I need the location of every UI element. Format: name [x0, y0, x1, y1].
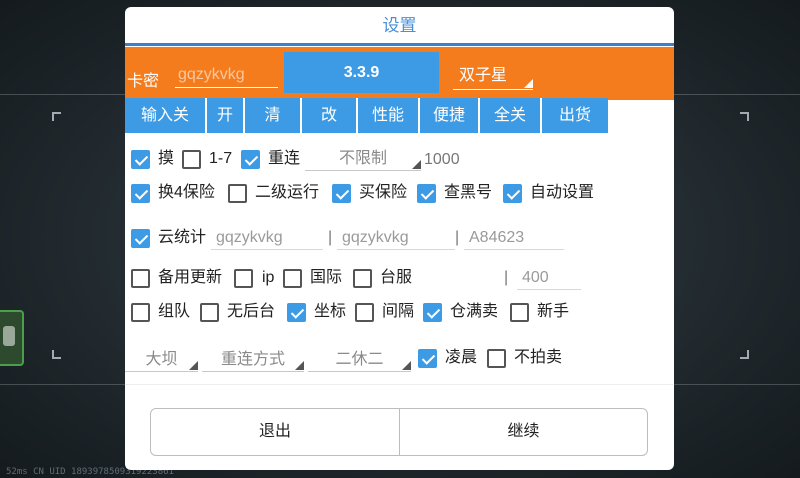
check-blacklist-checkbox[interactable] — [417, 184, 436, 203]
hud-corner-tl — [52, 112, 61, 121]
row4-value-field[interactable]: 400 — [517, 266, 581, 290]
team-label: 组队 — [158, 303, 191, 320]
interval-label: 间隔 — [382, 303, 415, 320]
no-background-label: 无后台 — [227, 303, 276, 320]
dropdown-triangle-icon — [189, 361, 198, 370]
auto-settings-label: 自动设置 — [530, 184, 595, 201]
limit-select[interactable]: 不限制 — [305, 147, 421, 171]
version-button[interactable]: 3.3.9 — [284, 52, 439, 93]
dropdown-triangle-icon — [524, 79, 533, 88]
newbie-checkbox[interactable] — [510, 303, 529, 322]
all-off-button[interactable]: 全关 — [480, 98, 542, 133]
on-button[interactable]: 开 — [207, 98, 245, 133]
mo-label: 摸 — [158, 150, 175, 167]
level2-run-label: 二级运行 — [255, 184, 320, 201]
rest-select-value: 二休二 — [335, 351, 384, 368]
reconnect-label: 重连 — [268, 150, 301, 167]
action-bar: 退出 继续 — [150, 408, 648, 456]
edit-button[interactable]: 改 — [302, 98, 358, 133]
coordinates-label: 坐标 — [314, 303, 347, 320]
dropdown-triangle-icon — [412, 160, 421, 169]
cloud-field-2[interactable]: gqzykvkg — [337, 226, 455, 250]
sell-when-full-label: 仓满卖 — [450, 303, 499, 320]
card-key-label: 卡密 — [127, 73, 160, 90]
dawn-checkbox[interactable] — [418, 349, 437, 368]
level2-run-checkbox[interactable] — [228, 184, 247, 203]
star-select-value: 双子星 — [459, 67, 508, 84]
international-label: 国际 — [310, 269, 343, 286]
backup-update-checkbox[interactable] — [131, 269, 150, 288]
side-app-thumbnail[interactable] — [0, 310, 24, 366]
reconnect-mode-value: 重连方式 — [220, 351, 285, 368]
ip-checkbox[interactable] — [234, 269, 253, 288]
map-select[interactable]: 大坝 — [125, 348, 198, 372]
auto-settings-checkbox[interactable] — [503, 184, 522, 203]
reconnect-checkbox[interactable] — [241, 150, 260, 169]
map-select-value: 大坝 — [145, 351, 178, 368]
settings-dialog: 设置 卡密 gqzykvkg 3.3.9 双子星 输入关 开 清 改 性能 便捷… — [125, 7, 674, 470]
check-blacklist-label: 查黑号 — [444, 184, 493, 201]
dropdown-triangle-icon — [295, 361, 304, 370]
dawn-label: 凌晨 — [445, 349, 478, 366]
reconnect-mode-select[interactable]: 重连方式 — [202, 348, 304, 372]
hud-corner-br — [740, 350, 749, 359]
range-label: 1-7 — [209, 150, 233, 167]
ip-label: ip — [262, 269, 275, 286]
performance-button[interactable]: 性能 — [358, 98, 420, 133]
title-divider — [125, 43, 674, 46]
cloud-field-1[interactable]: gqzykvkg — [211, 226, 323, 250]
newbie-label: 新手 — [537, 303, 570, 320]
row4-separator: | — [504, 269, 509, 286]
rest-select[interactable]: 二休二 — [308, 348, 411, 372]
taiwan-server-checkbox[interactable] — [353, 269, 372, 288]
sell-when-full-checkbox[interactable] — [423, 303, 442, 322]
hud-corner-tr — [740, 112, 749, 121]
taiwan-server-label: 台服 — [380, 269, 413, 286]
actions-divider — [125, 384, 674, 385]
input-off-button[interactable]: 输入关 — [125, 98, 207, 133]
no-background-checkbox[interactable] — [200, 303, 219, 322]
buy-insurance-checkbox[interactable] — [332, 184, 351, 203]
star-select[interactable]: 双子星 — [453, 63, 533, 90]
no-auction-checkbox[interactable] — [487, 349, 506, 368]
range-checkbox[interactable] — [182, 150, 201, 169]
exit-button[interactable]: 退出 — [151, 409, 399, 455]
cloud-separator-1: | — [328, 229, 333, 246]
limit-select-value: 不限制 — [338, 150, 387, 167]
buy-insurance-label: 买保险 — [359, 184, 408, 201]
shortcut-button[interactable]: 便捷 — [420, 98, 480, 133]
cloud-stats-label: 云统计 — [158, 229, 207, 246]
cloud-separator-2: | — [455, 229, 460, 246]
international-checkbox[interactable] — [283, 269, 302, 288]
team-checkbox[interactable] — [131, 303, 150, 322]
cloud-stats-checkbox[interactable] — [131, 229, 150, 248]
clear-button[interactable]: 清 — [245, 98, 302, 133]
hud-corner-bl — [52, 350, 61, 359]
swap4-insurance-label: 换4保险 — [158, 184, 215, 201]
swap4-insurance-checkbox[interactable] — [131, 184, 150, 203]
backup-update-label: 备用更新 — [158, 269, 223, 286]
mo-checkbox[interactable] — [131, 150, 150, 169]
no-auction-label: 不拍卖 — [514, 349, 563, 366]
ship-button[interactable]: 出货 — [542, 98, 608, 133]
dropdown-triangle-icon — [402, 361, 411, 370]
continue-button[interactable]: 继续 — [400, 409, 647, 455]
interval-checkbox[interactable] — [355, 303, 374, 322]
card-header-row: 卡密 gqzykvkg 3.3.9 双子星 — [125, 47, 674, 100]
dialog-title: 设置 — [382, 16, 417, 35]
cloud-field-3[interactable]: A84623 — [464, 226, 564, 250]
limit-value: 1000 — [424, 151, 460, 168]
coordinates-checkbox[interactable] — [287, 303, 306, 322]
card-key-input[interactable]: gqzykvkg — [175, 63, 278, 88]
